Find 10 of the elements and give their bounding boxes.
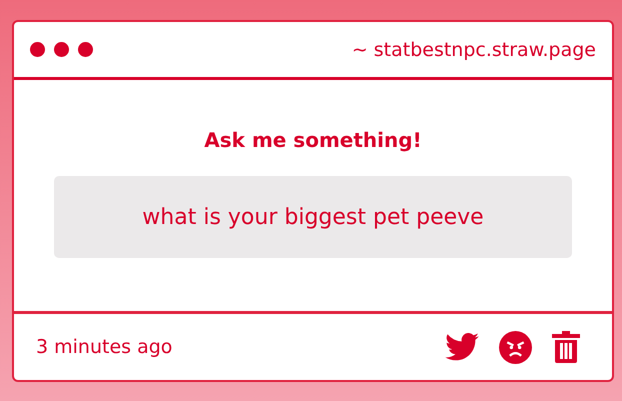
delete-icon[interactable] <box>552 331 580 363</box>
timestamp: 3 minutes ago <box>36 336 172 358</box>
prompt-title: Ask me something! <box>204 128 422 152</box>
angry-face-icon[interactable] <box>499 330 532 364</box>
window-dot <box>30 42 45 57</box>
site-url[interactable]: ~ statbestnpc.straw.page <box>352 38 596 60</box>
window-dot <box>78 42 93 57</box>
bird-icon[interactable] <box>445 333 479 361</box>
window-dot <box>54 42 69 57</box>
question-text: what is your biggest pet peeve <box>54 176 572 258</box>
